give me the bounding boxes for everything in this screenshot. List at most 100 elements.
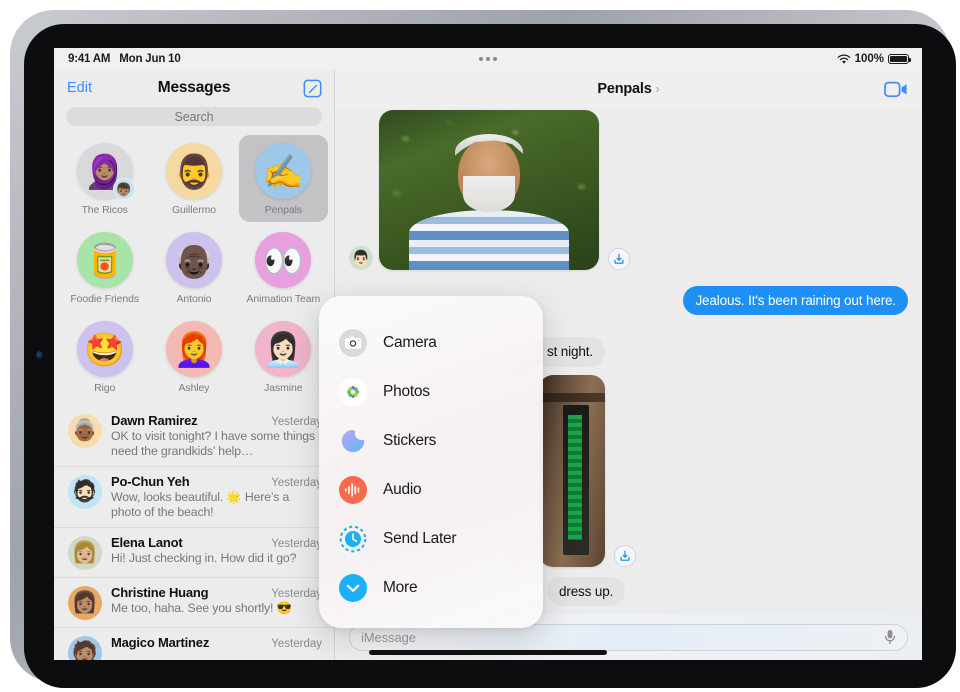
ipad-screen: 9:41 AM Mon Jun 10 100% Edit Messages Se… [54,48,922,660]
chevron-right-icon: › [655,82,660,96]
avatar: 🧑🏽 [68,636,102,660]
save-to-photos-icon[interactable] [614,544,636,567]
pinned-label: Rigo [94,382,116,394]
menu-item-label: Camera [383,333,437,351]
imessage-placeholder: iMessage [361,629,416,645]
message-preview: Me too, haha. See you shortly! 😎 [111,601,292,615]
facetime-video-icon[interactable] [884,81,908,98]
search-placeholder: Search [174,109,214,124]
avatar: 👨🏻 [349,246,373,270]
pinned-conversation-rigo[interactable]: 🤩 Rigo [60,313,149,400]
contact-name: Magico Martinez [111,635,210,650]
message-bubble-incoming[interactable]: dress up. [547,576,626,606]
conversation-list-item[interactable]: 👵🏾 Dawn Ramirez Yesterday OK to visit to… [54,406,334,466]
timestamp: Yesterday [271,538,322,550]
pinned-conversation-penpals[interactable]: ✍️ Penpals [238,135,328,222]
conversation-list-item[interactable]: 🧑🏽 Magico Martinez Yesterday [54,627,334,660]
pinned-label: Guillermo [171,204,216,216]
chevron-down-circle-icon [339,573,367,602]
contact-name: Christine Huang [111,585,209,600]
avatar: 🧕🏽 👦🏽 [76,143,135,200]
pinned-conversation-ashley[interactable]: 👩‍🦰 Ashley [149,313,238,400]
menu-item-camera[interactable]: Camera [319,318,543,367]
search-input[interactable]: Search [66,107,322,126]
timestamp: Yesterday [271,588,322,600]
photo-attachment[interactable] [379,110,599,270]
pinned-label: The Ricos [81,204,128,216]
secondary-avatar: 👦🏽 [112,178,135,200]
ipad-device-frame: 9:41 AM Mon Jun 10 100% Edit Messages Se… [10,10,956,688]
status-date: Mon Jun 10 [119,53,181,65]
wifi-icon [837,53,850,64]
multitasking-dots-icon[interactable] [479,57,497,61]
front-camera-icon [36,351,43,360]
microphone-icon[interactable] [884,629,896,645]
message-preview: Hi! Just checking in. How did it go? [111,551,297,565]
pinned-label: Animation Team [246,293,321,305]
pinned-label: Foodie Friends [70,293,139,305]
avatar: 🧔🏻 [68,475,102,509]
pinned-conversations-grid: 🧕🏽 👦🏽 The Ricos 🧔‍♂️ Guillermo ✍️ Penpals 🥫 … [54,135,334,400]
pinned-conversation-the-ricos[interactable]: 🧕🏽 👦🏽 The Ricos [60,135,149,222]
pinned-label: Antonio [176,293,212,305]
timestamp: Yesterday [271,477,322,489]
menu-item-label: Audio [383,480,422,498]
message-preview: Wow, looks beautiful. 🌟 Here’s a photo o… [111,490,290,519]
conversation-list-item[interactable]: 👩🏽 Christine Huang Yesterday Me too, hah… [54,577,334,627]
sidebar-header: Edit Messages [54,70,334,106]
pinned-label: Ashley [178,382,210,394]
pinned-conversation-animation-team[interactable]: 👀 Animation Team [239,224,328,311]
menu-item-send-later[interactable]: Send Later [319,514,543,563]
pinned-conversation-guillermo[interactable]: 🧔‍♂️ Guillermo [149,135,238,222]
conversation-list: 👵🏾 Dawn Ramirez Yesterday OK to visit to… [54,406,334,660]
conversation-title: Penpals [597,81,652,97]
avatar: 👩🏻‍💼 [255,321,312,377]
pinned-conversation-jasmine[interactable]: 👩🏻‍💼 Jasmine [239,313,328,400]
status-indicators: 100% [837,53,912,65]
menu-item-stickers[interactable]: Stickers [319,416,543,465]
edit-button[interactable]: Edit [67,80,92,96]
avatar: 👵🏾 [68,414,102,448]
message-bubble-incoming[interactable]: st night. [535,337,605,367]
conversation-list-item[interactable]: 🧔🏻 Po-Chun Yeh Yesterday Wow, looks beau… [54,466,334,527]
conversation-title-button[interactable]: Penpals › [597,81,659,97]
imessage-apps-menu: Camera Photos Stickers Audio Send Later … [319,296,543,628]
pinned-conversation-foodie-friends[interactable]: 🥫 Foodie Friends [60,224,149,311]
pinned-label: Penpals [264,204,302,216]
send-later-clock-icon [339,525,367,553]
audio-wave-icon [339,475,367,504]
avatar: 👩‍🦰 [165,321,222,377]
messages-sidebar: Edit Messages Search 🧕🏽 👦🏽 The Ricos 🧔‍♂️ … [54,70,335,660]
contact-name: Po-Chun Yeh [111,474,190,489]
menu-item-label: More [383,578,418,596]
page-title: Messages [157,79,231,96]
avatar: ✍️ [255,143,312,199]
avatar: 👩🏽 [68,586,102,620]
camera-icon [339,328,367,357]
pinned-label: Jasmine [264,382,303,394]
contact-name: Dawn Ramirez [111,413,198,428]
conversation-list-item[interactable]: 👩🏼 Elena Lanot Yesterday Hi! Just checki… [54,527,334,577]
battery-percent-label: 100% [854,53,884,65]
save-to-photos-icon[interactable] [608,248,630,270]
status-bar: 9:41 AM Mon Jun 10 100% [54,48,922,70]
avatar: 🤩 [76,321,133,377]
menu-item-audio[interactable]: Audio [319,465,543,514]
pinned-conversation-antonio[interactable]: 👴🏿 Antonio [149,224,238,311]
message-preview: OK to visit tonight? I have some things … [111,429,322,458]
conversation-header: Penpals › [335,70,922,108]
menu-item-more[interactable]: More [319,563,543,612]
message-row-photo: 👨🏻 [335,110,922,270]
stickers-icon [339,427,367,455]
avatar: 👩🏼 [68,536,102,570]
photos-icon [339,377,367,406]
message-bubble-outgoing[interactable]: Jealous. It's been raining out here. [683,286,913,316]
photo-attachment[interactable] [539,374,605,567]
home-indicator [369,650,607,655]
menu-item-photos[interactable]: Photos [319,367,543,416]
timestamp: Yesterday [271,638,322,650]
status-time: 9:41 AM [68,53,111,65]
compose-icon[interactable] [303,79,322,98]
contact-name: Elena Lanot [111,535,183,550]
timestamp: Yesterday [271,416,322,428]
